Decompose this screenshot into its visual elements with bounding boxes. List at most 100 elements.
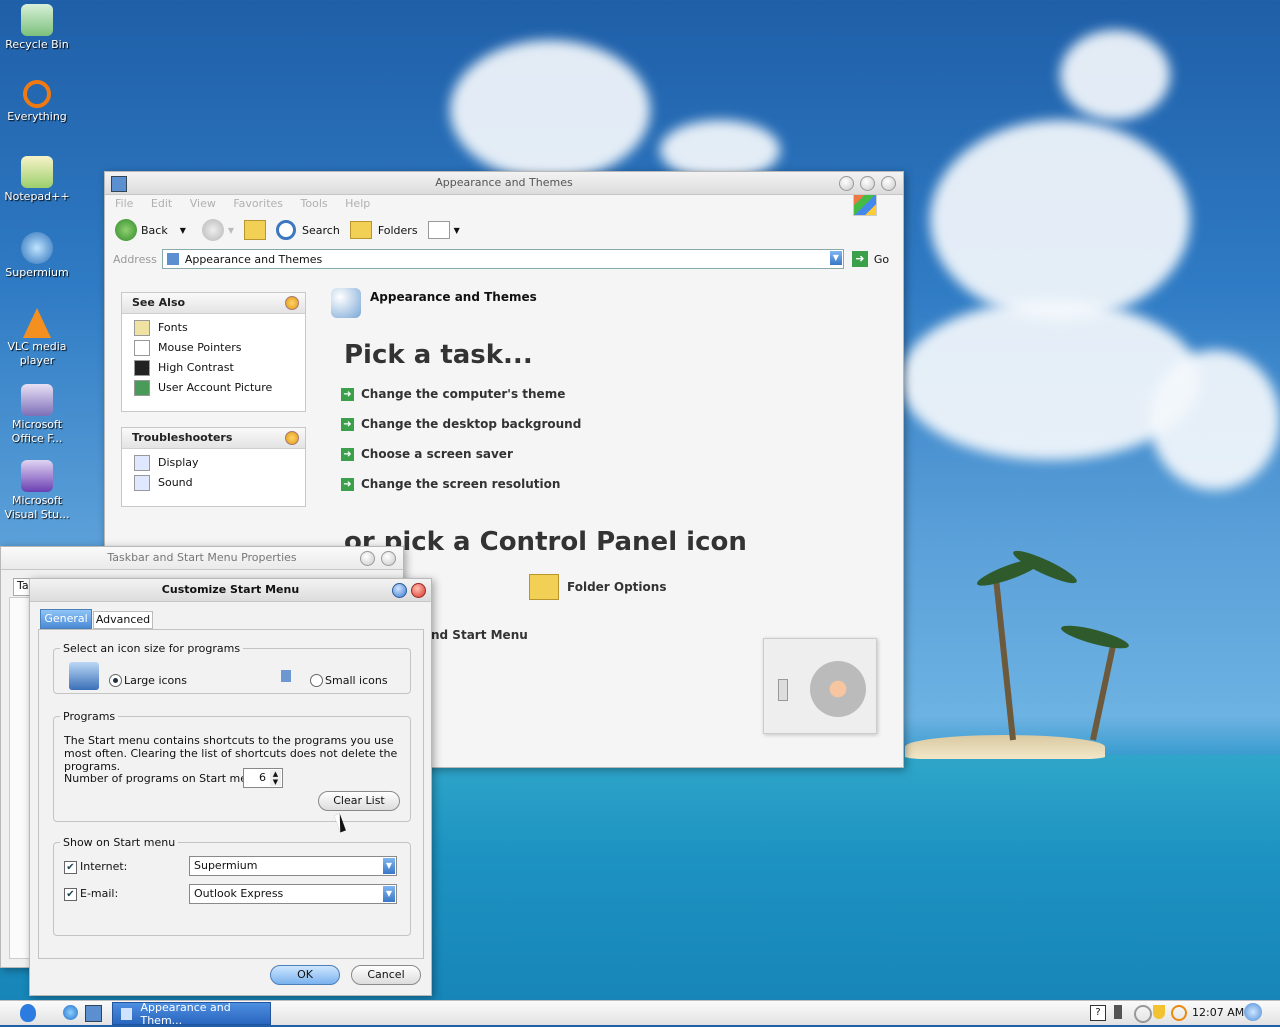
back-button[interactable]: Back ▼ (115, 219, 186, 241)
palm-tree (993, 580, 1016, 741)
help-button[interactable] (360, 551, 375, 566)
troubleshooters-panel: Troubleshooters Display Sound (121, 427, 306, 507)
quick-launch-desktop-icon[interactable] (85, 1005, 102, 1022)
forward-button[interactable]: ▼ (201, 219, 234, 241)
programs-count-label: Number of programs on Start menu: (64, 772, 265, 785)
search-button[interactable]: Search (276, 220, 340, 240)
desktop-icon-office[interactable]: Microsoft Office F... (2, 384, 72, 446)
recycle-bin-icon (21, 4, 53, 36)
chevron-down-icon[interactable]: ▼ (383, 886, 395, 902)
green-arrow-icon: ➜ (341, 477, 354, 491)
task-screen-saver[interactable]: ➜ Choose a screen saver (341, 447, 513, 461)
views-icon (427, 221, 450, 239)
sync-tray-icon[interactable] (1134, 1005, 1152, 1023)
collapse-icon[interactable] (285, 296, 299, 310)
menu-edit[interactable]: Edit (151, 197, 172, 210)
address-input[interactable]: Appearance and Themes ▼ (161, 249, 844, 269)
address-dropdown-button[interactable]: ▼ (829, 251, 842, 265)
search-icon (276, 220, 297, 240)
help-tray-icon[interactable]: ? (1090, 1005, 1106, 1021)
folder-options-icon (529, 574, 559, 600)
clear-list-button[interactable]: Clear List (318, 791, 400, 811)
large-icons-radio[interactable] (109, 674, 122, 687)
chevron-down-icon[interactable]: ▼ (180, 226, 186, 235)
minimize-button[interactable] (839, 176, 854, 191)
back-arrow-icon (115, 219, 137, 241)
views-button[interactable]: ▼ (427, 221, 460, 239)
go-button[interactable]: Go (874, 253, 889, 266)
supermium-icon (21, 232, 53, 264)
quick-launch-ie-icon[interactable] (63, 1005, 78, 1020)
clock: 12:07 AM (1192, 1006, 1245, 1019)
folder-options-icon-link[interactable]: Folder Options (529, 574, 666, 600)
email-label: E-mail: (80, 887, 119, 900)
desktop-icon-notepad[interactable]: Notepad++ (2, 156, 72, 204)
collapse-icon[interactable] (285, 431, 299, 445)
folders-button[interactable]: Folders (349, 221, 418, 239)
up-folder-button[interactable] (244, 220, 267, 240)
ok-button[interactable]: OK (270, 965, 340, 985)
menu-file[interactable]: File (115, 197, 133, 210)
see-also-user-account-picture[interactable]: User Account Picture (122, 378, 305, 398)
help-button[interactable] (392, 583, 407, 598)
customize-start-menu-dialog: Customize Start Menu General Advanced Se… (29, 578, 432, 996)
start-apple-icon[interactable] (20, 1004, 36, 1022)
customize-titlebar[interactable]: Customize Start Menu (30, 579, 431, 602)
notepad-icon (21, 156, 53, 188)
troubleshooter-sound[interactable]: Sound (122, 473, 305, 493)
taskbar-properties-titlebar[interactable]: Taskbar and Start Menu Properties (1, 547, 403, 570)
programs-count-stepper[interactable]: 6 ▲ ▼ (243, 768, 283, 788)
taskbar: Appearance and Them... ? 12:07 AM (0, 1000, 1280, 1027)
maximize-button[interactable] (860, 176, 875, 191)
stepper-arrows-icon[interactable]: ▲ ▼ (270, 770, 281, 786)
small-icons-icon (281, 670, 291, 682)
small-icons-radio[interactable] (310, 674, 323, 687)
network-tray-icon[interactable] (1114, 1005, 1122, 1019)
menu-view[interactable]: View (190, 197, 216, 210)
desktop-icon-supermium[interactable]: Supermium (2, 232, 72, 280)
task-change-background[interactable]: ➜ Change the desktop background (341, 417, 581, 431)
desktop-icon-everything[interactable]: Everything (2, 80, 72, 124)
control-panel-icon (111, 176, 127, 192)
desktop-icon-visual-studio[interactable]: Microsoft Visual Stu... (2, 460, 72, 522)
see-also-fonts[interactable]: Fonts (122, 318, 305, 338)
general-tab-panel: Select an icon size for programs Large i… (38, 629, 424, 959)
pick-icon-heading: or pick a Control Panel icon (344, 527, 747, 557)
troubleshooter-display[interactable]: Display (122, 453, 305, 473)
search-icon[interactable] (1244, 1003, 1262, 1021)
email-checkbox[interactable]: ✔ (64, 888, 77, 901)
menu-favorites[interactable]: Favorites (233, 197, 283, 210)
windows-logo-icon (853, 194, 877, 216)
explorer-titlebar[interactable]: Appearance and Themes (105, 172, 903, 195)
shield-tray-icon[interactable] (1153, 1005, 1165, 1019)
close-button[interactable] (411, 583, 426, 598)
internet-checkbox[interactable]: ✔ (64, 861, 77, 874)
task-change-theme[interactable]: ➜ Change the computer's theme (341, 387, 565, 401)
chevron-down-icon[interactable]: ▼ (383, 858, 395, 874)
taskbar-start-menu-link[interactable]: nd Start Menu (431, 628, 528, 642)
tab-advanced[interactable]: Advanced (93, 611, 153, 629)
see-also-mouse-pointers[interactable]: Mouse Pointers (122, 338, 305, 358)
window-title: Appearance and Themes (435, 176, 573, 189)
email-client-select[interactable]: Outlook Express ▼ (189, 884, 397, 904)
search-tray-icon[interactable] (1171, 1005, 1187, 1021)
folders-icon (349, 221, 372, 239)
menu-help[interactable]: Help (345, 197, 370, 210)
desktop-icon-recycle-bin[interactable]: Recycle Bin (2, 4, 72, 52)
internet-browser-select[interactable]: Supermium ▼ (189, 856, 397, 876)
green-arrow-icon: ➜ (341, 447, 354, 461)
forward-arrow-icon (201, 219, 224, 241)
taskbar-button-appearance[interactable]: Appearance and Them... (112, 1001, 271, 1027)
address-bar: Address Appearance and Themes ▼ ➜ Go (105, 247, 903, 271)
small-icons-label: Small icons (325, 674, 388, 687)
go-arrow-icon[interactable]: ➜ (851, 251, 868, 267)
cancel-button[interactable]: Cancel (351, 965, 421, 985)
task-screen-resolution[interactable]: ➜ Change the screen resolution (341, 477, 560, 491)
tab-general[interactable]: General (40, 609, 92, 629)
close-button[interactable] (381, 551, 396, 566)
user-picture-icon (134, 380, 150, 396)
desktop-icon-vlc[interactable]: VLC media player (2, 308, 72, 368)
menu-tools[interactable]: Tools (301, 197, 328, 210)
close-button[interactable] (881, 176, 896, 191)
see-also-high-contrast[interactable]: High Contrast (122, 358, 305, 378)
